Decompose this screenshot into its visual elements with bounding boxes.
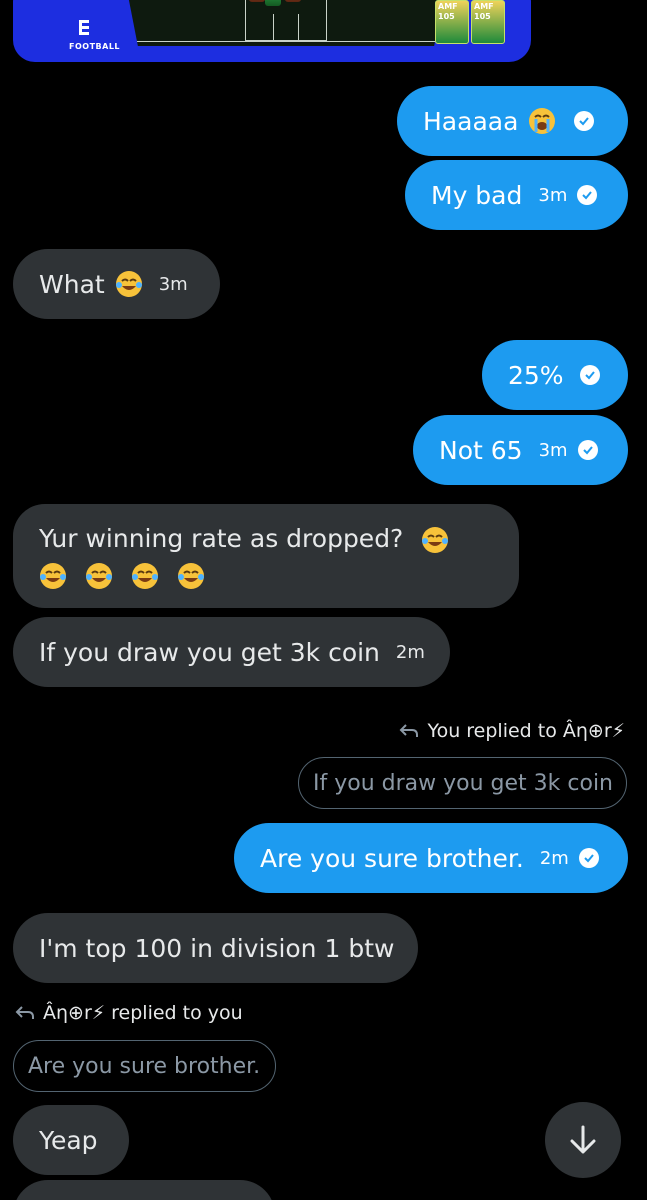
tears-of-joy-face-icon bbox=[40, 563, 66, 589]
check-circle-icon bbox=[577, 440, 598, 460]
arrow-down-icon bbox=[570, 1125, 596, 1154]
message-received[interactable]: If you draw you get 3k coin 2m bbox=[13, 617, 450, 687]
tears-of-joy-face-icon bbox=[115, 271, 142, 297]
efootball-logo-icon bbox=[79, 20, 89, 35]
check-circle-icon bbox=[579, 365, 600, 385]
reply-arrow-icon bbox=[400, 724, 419, 737]
tears-of-joy-face-icon bbox=[131, 563, 158, 589]
message-time: 3m bbox=[538, 439, 568, 461]
reply-context-label: You replied to Âη⊕r⚡ bbox=[399, 720, 625, 742]
scroll-to-bottom-button[interactable] bbox=[545, 1102, 621, 1178]
tears-of-joy-face-icon bbox=[177, 563, 204, 589]
message-sent[interactable]: Not 65 3m bbox=[413, 415, 628, 485]
check-circle-icon bbox=[574, 111, 595, 131]
loudly-crying-face-icon bbox=[529, 108, 556, 134]
player-card: AMF 105 bbox=[435, 0, 469, 44]
brand-label: FOOTBALL bbox=[69, 42, 121, 51]
pitch-graphic bbox=[125, 0, 447, 46]
check-circle-icon bbox=[578, 848, 599, 868]
message-time: 3m bbox=[538, 184, 568, 206]
message-sent[interactable]: 25% bbox=[482, 340, 628, 410]
reply-context-label: Âη⊕r⚡ replied to you bbox=[15, 1002, 243, 1024]
dm-conversation: FOOTBALL AMF 105 AMF 105 Haaaaa My bad 3… bbox=[0, 0, 647, 1200]
message-time: 2m bbox=[395, 641, 425, 663]
tears-of-joy-face-icon bbox=[85, 563, 112, 589]
message-time: 2m bbox=[539, 847, 569, 869]
message-time: 3m bbox=[158, 273, 188, 295]
player-card: AMF 105 bbox=[471, 0, 505, 44]
message-received[interactable]: Yur winning rate as dropped? bbox=[13, 504, 519, 608]
tears-of-joy-face-icon bbox=[422, 527, 449, 553]
message-sent[interactable]: Haaaaa bbox=[397, 86, 628, 156]
quoted-message[interactable]: If you draw you get 3k coin bbox=[298, 757, 627, 809]
message-sent[interactable]: My bad 3m bbox=[405, 160, 628, 230]
message-received[interactable]: I'm top 100 in division 1 btw bbox=[13, 913, 418, 983]
message-received[interactable]: Yeap bbox=[13, 1105, 129, 1175]
shared-image-card[interactable]: FOOTBALL AMF 105 AMF 105 bbox=[13, 0, 531, 62]
quoted-message[interactable]: Are you sure brother. bbox=[13, 1040, 276, 1092]
message-received[interactable]: What 3m bbox=[13, 249, 220, 319]
reply-arrow-icon bbox=[15, 1006, 34, 1019]
check-circle-icon bbox=[577, 185, 598, 205]
message-received[interactable] bbox=[13, 1180, 275, 1200]
message-sent[interactable]: Are you sure brother. 2m bbox=[234, 823, 628, 893]
